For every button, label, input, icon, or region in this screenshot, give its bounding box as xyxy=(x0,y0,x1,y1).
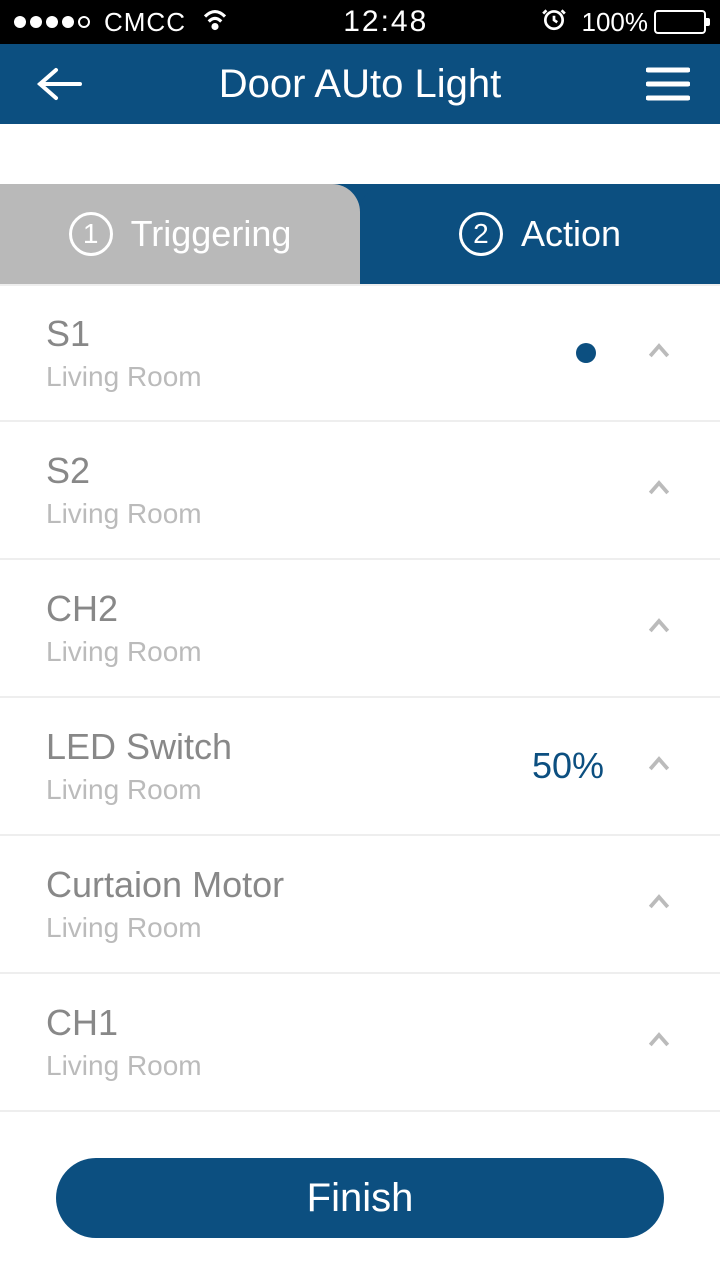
status-bar: CMCC 12:48 100% xyxy=(0,0,720,44)
back-button[interactable] xyxy=(36,64,84,104)
chevron-up-icon xyxy=(644,1025,674,1060)
action-list: S1 Living Room S2 Living Room CH2 Living… xyxy=(0,284,720,1132)
battery-pct: 100% xyxy=(581,7,648,38)
row-subtitle: Living Room xyxy=(46,774,532,806)
chevron-up-icon xyxy=(644,611,674,646)
chevron-up-icon xyxy=(644,336,674,371)
row-title: S1 xyxy=(46,313,576,355)
row-title: CH2 xyxy=(46,588,644,630)
tab-action[interactable]: 2 Action xyxy=(360,184,720,284)
wifi-icon xyxy=(200,4,230,41)
battery-indicator: 100% xyxy=(581,7,706,38)
row-title: LED Switch xyxy=(46,726,532,768)
list-item[interactable]: S1 Living Room xyxy=(0,284,720,422)
menu-button[interactable] xyxy=(646,66,690,102)
alarm-icon xyxy=(541,6,567,39)
list-item[interactable]: LED Switch Living Room 50% xyxy=(0,698,720,836)
row-subtitle: Living Room xyxy=(46,498,644,530)
chevron-up-icon xyxy=(644,887,674,922)
row-title: Curtaion Motor xyxy=(46,864,644,906)
row-subtitle: Living Room xyxy=(46,636,644,668)
row-value: 50% xyxy=(532,745,604,787)
tab-triggering[interactable]: 1 Triggering xyxy=(0,184,360,284)
step-tabs: 1 Triggering 2 Action xyxy=(0,184,720,284)
status-dot-icon xyxy=(576,343,596,363)
list-item[interactable]: Curtaion Motor Living Room xyxy=(0,836,720,974)
row-title: CH1 xyxy=(46,1002,644,1044)
chevron-up-icon xyxy=(644,749,674,784)
step-number-2: 2 xyxy=(459,212,503,256)
battery-icon xyxy=(654,10,706,34)
header-gap xyxy=(0,124,720,184)
finish-button[interactable]: Finish xyxy=(56,1158,664,1238)
carrier-label: CMCC xyxy=(104,7,186,38)
tab-label: Action xyxy=(521,213,621,255)
page-title: Door AUto Light xyxy=(219,62,501,107)
row-subtitle: Living Room xyxy=(46,361,576,393)
row-title: S2 xyxy=(46,450,644,492)
list-item[interactable]: CH1 Living Room xyxy=(0,974,720,1112)
status-right: 100% xyxy=(541,6,706,39)
tab-label: Triggering xyxy=(131,213,292,255)
app-header: Door AUto Light xyxy=(0,44,720,124)
row-subtitle: Living Room xyxy=(46,912,644,944)
chevron-up-icon xyxy=(644,473,674,508)
step-number-1: 1 xyxy=(69,212,113,256)
list-item[interactable]: CH2 Living Room xyxy=(0,560,720,698)
list-item[interactable]: S2 Living Room xyxy=(0,422,720,560)
status-left: CMCC xyxy=(14,4,230,41)
row-subtitle: Living Room xyxy=(46,1050,644,1082)
signal-dots-icon xyxy=(14,16,90,28)
status-time: 12:48 xyxy=(343,5,428,39)
footer: Finish xyxy=(0,1132,720,1280)
